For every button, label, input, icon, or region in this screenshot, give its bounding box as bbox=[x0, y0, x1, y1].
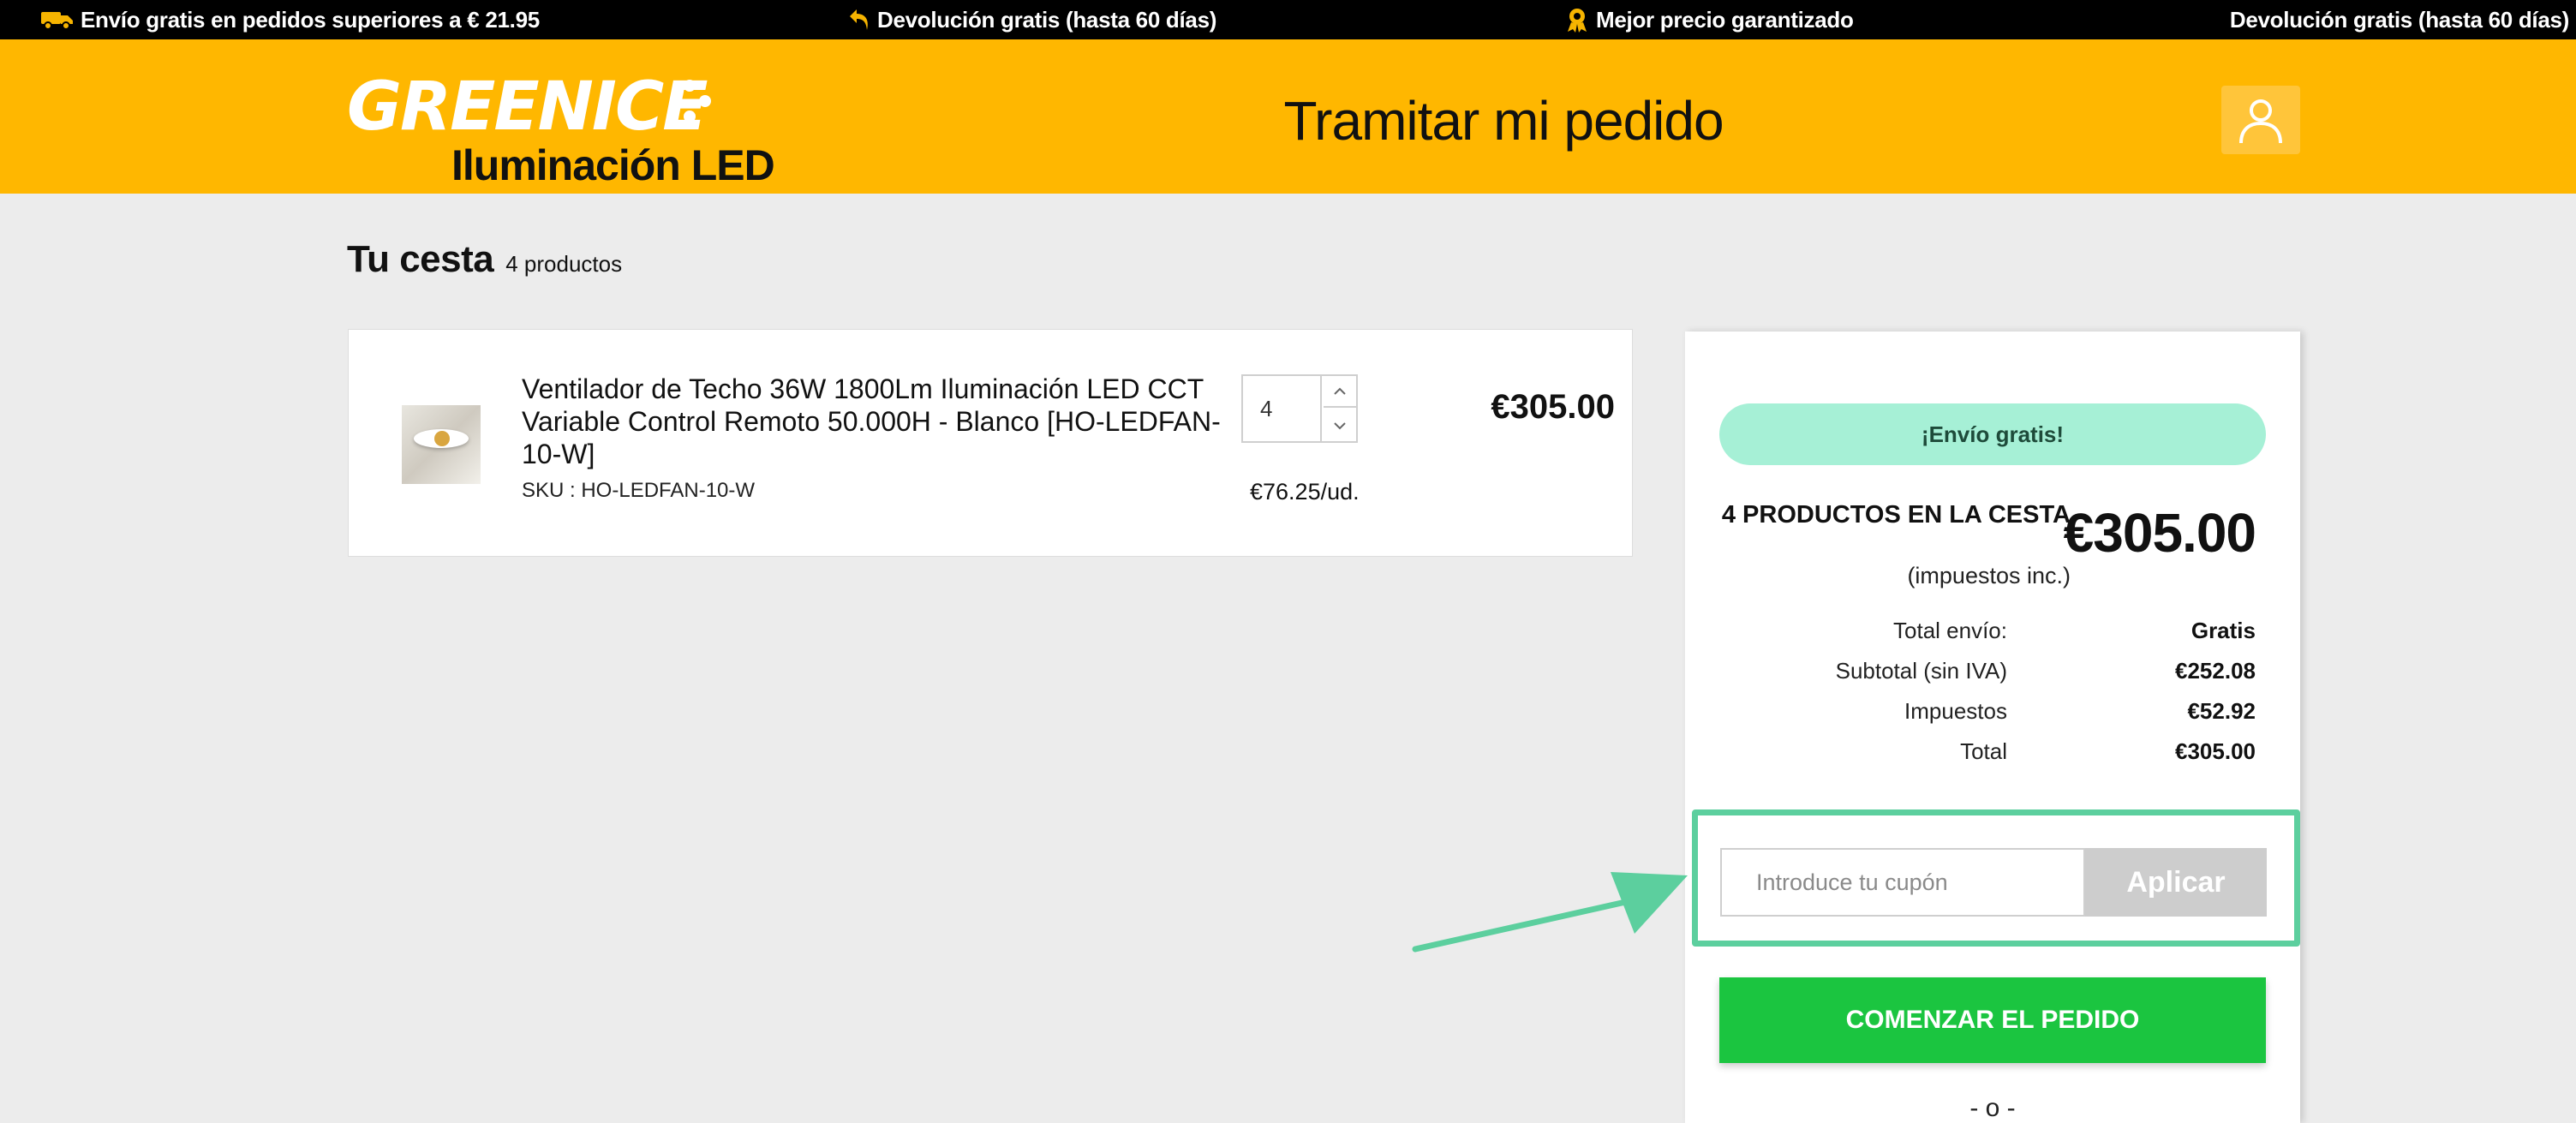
unit-price: €76.25/ud. bbox=[1250, 479, 1360, 505]
summary-row-value: €252.08 bbox=[2175, 658, 2256, 684]
logo-brand-text: GREENICE bbox=[347, 69, 708, 146]
announcement-bar: Envío gratis en pedidos superiores a € 2… bbox=[0, 0, 2576, 39]
summary-item-count: 4 PRODUCTOS EN LA CESTA bbox=[1721, 501, 2071, 529]
summary-row-shipping: Total envío: Gratis bbox=[1719, 618, 2256, 652]
tax-included-note: (impuestos inc.) bbox=[1907, 563, 2071, 588]
free-returns-text: Devolución gratis (hasta 60 días) bbox=[877, 6, 1217, 33]
free-returns-notice-2: Devolución gratis (hasta 60 días) bbox=[2230, 0, 2569, 39]
summary-row-subtotal: Subtotal (sin IVA) €252.08 bbox=[1719, 658, 2256, 692]
return-arrow-icon bbox=[848, 8, 870, 32]
order-summary: ¡Envío gratis! 4 PRODUCTOS EN LA CESTA (… bbox=[1685, 332, 2300, 1123]
free-shipping-notice: Envío gratis en pedidos superiores a € 2… bbox=[41, 0, 540, 39]
summary-row-label: Subtotal (sin IVA) bbox=[1835, 658, 2007, 684]
cart-count: 4 productos bbox=[505, 251, 623, 277]
summary-row-taxes: Impuestos €52.92 bbox=[1719, 698, 2256, 732]
summary-grand-total: €305.00 bbox=[2063, 502, 2256, 564]
free-shipping-text: Envío gratis en pedidos superiores a € 2… bbox=[81, 6, 540, 33]
page-title: Tramitar mi pedido bbox=[1283, 90, 1724, 152]
cart-heading: Tu cesta 4 productos bbox=[347, 238, 622, 281]
coupon-highlight-box: Aplicar bbox=[1692, 809, 2300, 947]
summary-row-total: Total €305.00 bbox=[1719, 738, 2256, 773]
quantity-stepper bbox=[1241, 374, 1358, 443]
account-button[interactable] bbox=[2221, 86, 2300, 154]
chevron-down-icon bbox=[1334, 421, 1346, 429]
annotation-arrow-icon bbox=[1412, 872, 1688, 953]
product-sku: SKU : HO-LEDFAN-10-W bbox=[522, 479, 756, 502]
best-price-notice: Mejor precio garantizado bbox=[1565, 0, 1854, 39]
greenice-logo[interactable]: GREENICE Iluminación LED bbox=[347, 69, 775, 187]
free-returns-text-2: Devolución gratis (hasta 60 días) bbox=[2229, 6, 2569, 33]
site-header: GREENICE Iluminación LED Tramitar mi ped… bbox=[0, 39, 2576, 194]
free-shipping-badge: ¡Envío gratis! bbox=[1719, 403, 2266, 465]
product-name[interactable]: Ventilador de Techo 36W 1800Lm Iluminaci… bbox=[522, 373, 1224, 470]
cart-title: Tu cesta bbox=[347, 238, 494, 280]
free-returns-notice: Devolución gratis (hasta 60 días) bbox=[848, 0, 1216, 39]
cart-item: Ventilador de Techo 36W 1800Lm Iluminaci… bbox=[348, 329, 1633, 557]
summary-row-value: Gratis bbox=[2190, 618, 2256, 643]
summary-row-label: Total bbox=[1960, 738, 2007, 764]
quantity-input[interactable] bbox=[1243, 376, 1322, 441]
quantity-increase-button[interactable] bbox=[1324, 376, 1356, 408]
summary-row-value: €305.00 bbox=[2175, 738, 2256, 764]
or-separator: - o - bbox=[1969, 1094, 2016, 1122]
quantity-decrease-button[interactable] bbox=[1324, 409, 1356, 441]
truck-icon bbox=[41, 9, 74, 30]
apply-coupon-button[interactable]: Aplicar bbox=[2085, 848, 2267, 917]
chevron-up-icon bbox=[1334, 387, 1346, 395]
logo-dots-icon bbox=[684, 80, 711, 122]
start-order-button[interactable]: COMENZAR EL PEDIDO bbox=[1719, 977, 2266, 1063]
summary-row-label: Impuestos bbox=[1904, 698, 2007, 724]
award-ribbon-icon bbox=[1565, 7, 1589, 33]
logo-tagline: Iluminación LED bbox=[451, 141, 775, 189]
summary-row-value: €52.92 bbox=[2187, 698, 2256, 724]
item-total-price: €305.00 bbox=[1491, 388, 1615, 426]
coupon-input[interactable] bbox=[1720, 848, 2085, 917]
summary-row-label: Total envío: bbox=[1893, 618, 2007, 643]
user-icon bbox=[2239, 99, 2282, 144]
product-image[interactable] bbox=[402, 405, 481, 484]
best-price-text: Mejor precio garantizado bbox=[1596, 6, 1854, 33]
